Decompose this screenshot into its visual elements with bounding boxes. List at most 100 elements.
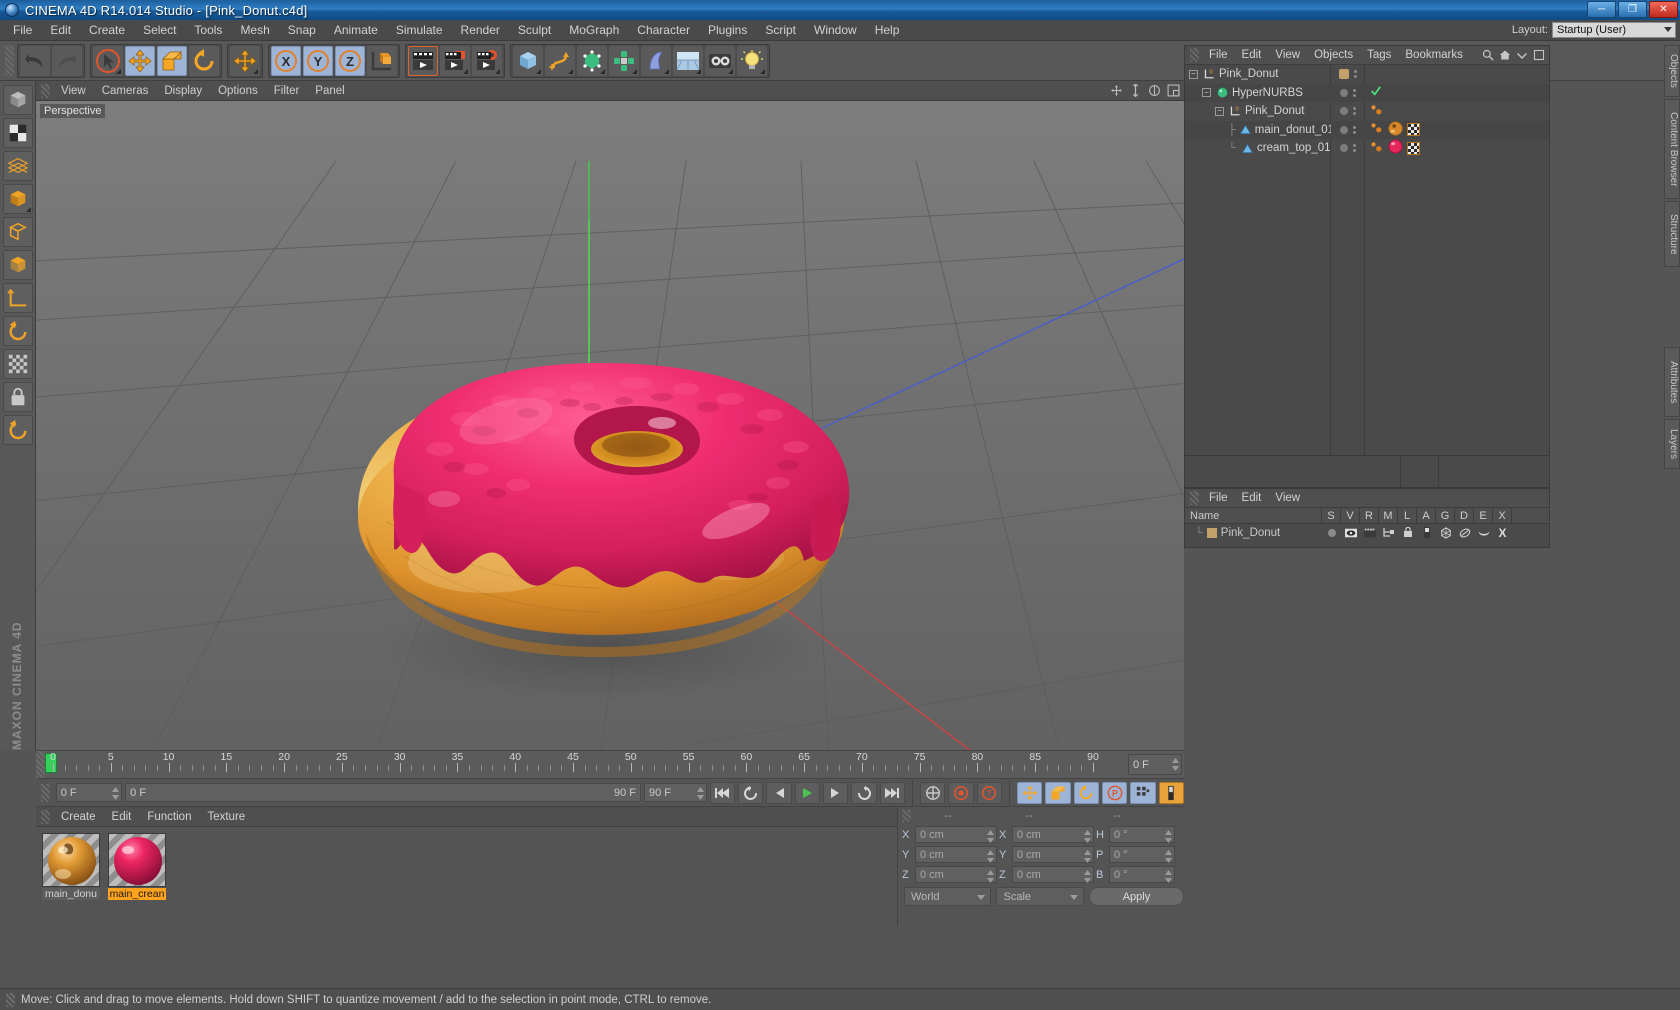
minimize-button[interactable]: ─ — [1587, 1, 1616, 18]
search-icon[interactable] — [1482, 49, 1494, 64]
layer-generator-toggle[interactable] — [1436, 526, 1455, 539]
visibility-dot[interactable] — [1340, 125, 1348, 134]
menu-edit[interactable]: Edit — [41, 21, 80, 39]
rotation-key-button[interactable] — [1073, 781, 1099, 804]
time-slider-field[interactable]: 0 F 90 F — [125, 783, 641, 802]
axis-mode-button[interactable] — [2, 283, 33, 313]
spinner-icon[interactable] — [987, 830, 994, 843]
start-frame-field[interactable]: 0 F — [55, 783, 123, 802]
menu-simulate[interactable]: Simulate — [387, 21, 452, 39]
record-keyframes-button[interactable] — [919, 781, 946, 804]
next-key-button[interactable] — [851, 781, 877, 804]
collapse-icon[interactable] — [1516, 49, 1528, 64]
material-item-cream[interactable]: main_crean — [108, 833, 166, 927]
object-tags-cell[interactable] — [1365, 139, 1549, 157]
material-grip[interactable] — [41, 809, 50, 824]
object-menu-tags[interactable]: Tags — [1360, 47, 1398, 63]
visibility-dot[interactable] — [1339, 69, 1349, 80]
object-tags-cell[interactable] — [1365, 103, 1549, 120]
object-row[interactable]: − 0 Pink_Donut — [1185, 65, 1549, 84]
render-region-button[interactable] — [440, 45, 470, 76]
spinner-icon[interactable] — [1165, 870, 1172, 883]
transport-grip[interactable] — [41, 783, 50, 802]
position-key-button[interactable] — [1016, 781, 1043, 804]
timeline-ruler[interactable]: 0 5 10 15 20 25 30 35 40 45 50 55 60 65 70 75 80 85 90 — [45, 751, 1126, 778]
enable-axis-button[interactable] — [2, 316, 33, 346]
polygon-mode-button[interactable] — [2, 151, 33, 181]
viewport-menu-view[interactable]: View — [53, 83, 94, 99]
menu-tools[interactable]: Tools — [185, 21, 231, 39]
add-nurbs-button[interactable] — [641, 45, 671, 76]
rotate-view-icon[interactable] — [1148, 84, 1161, 97]
menu-create[interactable]: Create — [80, 21, 134, 39]
object-manager-grip[interactable] — [1190, 48, 1199, 62]
visibility-dots[interactable] — [1354, 70, 1357, 79]
polygon-select-mode-button[interactable] — [2, 250, 33, 280]
material-thumbnail[interactable] — [108, 833, 166, 887]
layer-xref-toggle[interactable]: X — [1493, 526, 1512, 540]
viewport-menu-filter[interactable]: Filter — [266, 83, 308, 99]
object-menu-bookmarks[interactable]: Bookmarks — [1398, 47, 1470, 63]
layer-menu-file[interactable]: File — [1202, 490, 1235, 506]
dock-tab-attributes[interactable]: Attributes — [1664, 347, 1680, 417]
layout-dropdown[interactable]: Startup (User) — [1552, 22, 1676, 38]
menu-file[interactable]: File — [4, 21, 41, 39]
object-row[interactable]: − HyperNURBS — [1185, 83, 1549, 102]
layer-deformer-toggle[interactable] — [1455, 527, 1474, 539]
object-visibility-cell[interactable] — [1331, 88, 1365, 97]
viewport-grip[interactable] — [41, 83, 50, 98]
toolbar-grip[interactable] — [5, 45, 14, 76]
add-cube-button[interactable] — [513, 45, 543, 76]
material-menu-function[interactable]: Function — [139, 809, 199, 825]
step-back-button[interactable] — [766, 781, 792, 804]
spinner-icon[interactable] — [1165, 830, 1172, 843]
scale-tool-button[interactable] — [157, 45, 187, 76]
coord-input-size-x[interactable]: 0 cm — [1012, 826, 1094, 843]
redo-button[interactable] — [52, 45, 82, 76]
menu-window[interactable]: Window — [805, 21, 866, 39]
coord-input-rotation-h[interactable]: 0 ° — [1109, 826, 1175, 843]
move-tool-alt-button[interactable] — [230, 45, 260, 76]
layer-animation-toggle[interactable] — [1417, 527, 1436, 538]
pan-icon[interactable] — [1110, 84, 1123, 97]
home-icon[interactable] — [1499, 49, 1511, 64]
apply-button[interactable]: Apply — [1088, 887, 1185, 906]
layer-manager-toggle[interactable] — [1379, 527, 1398, 538]
layer-solo-toggle[interactable] — [1322, 528, 1341, 537]
workplane-button[interactable] — [2, 415, 33, 445]
add-environment-button[interactable] — [673, 45, 703, 76]
layer-render-toggle[interactable] — [1360, 528, 1379, 538]
texture-tile-mode-button[interactable] — [2, 349, 33, 379]
spinner-icon[interactable] — [1084, 850, 1091, 863]
material-tag-donut-icon[interactable] — [1388, 121, 1403, 139]
model-mode-button[interactable] — [2, 85, 33, 115]
viewport-menu-options[interactable]: Options — [210, 83, 266, 99]
object-row[interactable]: − 0 Pink_Donut — [1185, 102, 1549, 121]
menu-help[interactable]: Help — [866, 21, 909, 39]
lock-y-axis-button[interactable]: Y — [303, 45, 333, 76]
object-visibility-cell[interactable] — [1331, 69, 1365, 80]
menu-select[interactable]: Select — [134, 21, 185, 39]
add-generator-button[interactable] — [577, 45, 607, 76]
render-view-button[interactable] — [408, 45, 438, 76]
spinner-icon[interactable] — [1084, 870, 1091, 883]
point-mode-button[interactable] — [2, 184, 33, 214]
object-tags-cell[interactable] — [1365, 85, 1549, 100]
move-tool-button[interactable] — [125, 45, 155, 76]
object-visibility-cell[interactable] — [1331, 107, 1365, 116]
coord-input-position-y[interactable]: 0 cm — [915, 846, 997, 863]
viewport-3d-canvas[interactable]: Y X Z Perspective — [36, 101, 1184, 750]
go-to-end-button[interactable] — [879, 781, 905, 804]
coordinates-grip[interactable] — [902, 810, 911, 822]
go-to-start-button[interactable] — [709, 781, 735, 804]
layer-menu-edit[interactable]: Edit — [1235, 490, 1269, 506]
lock-x-axis-button[interactable]: X — [271, 45, 301, 76]
dock-tab-content-browser[interactable]: Content Browser — [1664, 99, 1680, 199]
coord-input-position-z[interactable]: 0 cm — [915, 866, 997, 883]
material-menu-create[interactable]: Create — [53, 809, 104, 825]
object-menu-edit[interactable]: Edit — [1235, 47, 1269, 63]
add-camera-button[interactable] — [705, 45, 735, 76]
spinner-icon[interactable] — [112, 787, 120, 800]
world-object-coordinate-button[interactable] — [367, 45, 397, 76]
visibility-dots[interactable] — [1353, 125, 1356, 134]
